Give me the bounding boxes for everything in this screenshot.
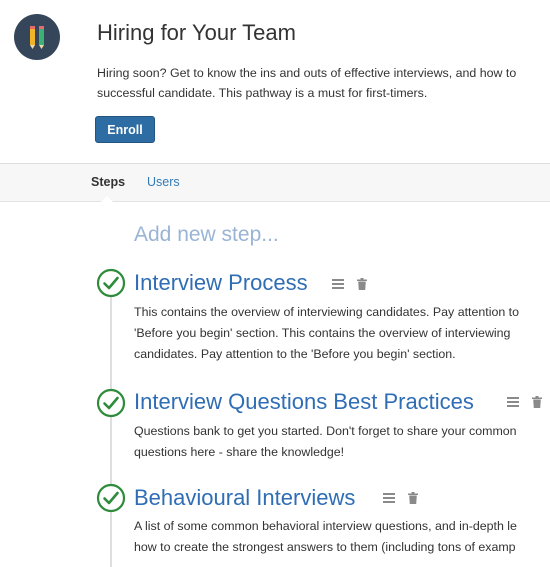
step-description-line: candidates. Pay attention to the 'Before… (134, 347, 456, 361)
enroll-button[interactable]: Enroll (95, 116, 155, 143)
step-description-line: 'Before you begin' section. This contain… (134, 326, 511, 340)
step-title[interactable]: Behavioural Interviews (134, 485, 355, 511)
trash-icon[interactable] (532, 396, 542, 408)
check-circle-icon (96, 388, 126, 418)
drag-handle-icon[interactable] (383, 493, 395, 503)
step-description: A list of some common behavioral intervi… (134, 516, 550, 558)
steps-timeline (110, 272, 112, 567)
trash-icon[interactable] (408, 492, 418, 504)
check-circle-icon (96, 483, 126, 513)
tab-steps[interactable]: Steps (91, 175, 125, 189)
active-tab-caret (101, 196, 113, 202)
description-line: successful candidate. This pathway is a … (97, 86, 428, 100)
step-description-line: A list of some common behavioral intervi… (134, 519, 517, 533)
step-description-line: questions here - share the knowledge! (134, 445, 345, 459)
page-title: Hiring for Your Team (97, 20, 296, 45)
pathway-description: Hiring soon? Get to know the ins and out… (97, 63, 550, 103)
step-description-line: how to create the strongest answers to t… (134, 540, 516, 554)
step-description-line: This contains the overview of interviewi… (134, 305, 520, 319)
tab-bar: Steps Users (0, 163, 550, 202)
description-line: Hiring soon? Get to know the ins and out… (97, 66, 517, 80)
step-description: Questions bank to get you started. Don't… (134, 421, 550, 463)
step-description-line: Questions bank to get you started. Don't… (134, 424, 517, 438)
step-description: This contains the overview of interviewi… (134, 302, 550, 365)
trash-icon[interactable] (357, 278, 367, 290)
tab-users[interactable]: Users (147, 175, 180, 189)
step-title[interactable]: Interview Process (134, 270, 308, 296)
drag-handle-icon[interactable] (332, 279, 344, 289)
pencils-logo-icon (14, 14, 60, 60)
step-title[interactable]: Interview Questions Best Practices (134, 389, 474, 415)
add-new-step-link[interactable]: Add new step... (134, 223, 279, 247)
check-circle-icon (96, 268, 126, 298)
drag-handle-icon[interactable] (507, 397, 519, 407)
